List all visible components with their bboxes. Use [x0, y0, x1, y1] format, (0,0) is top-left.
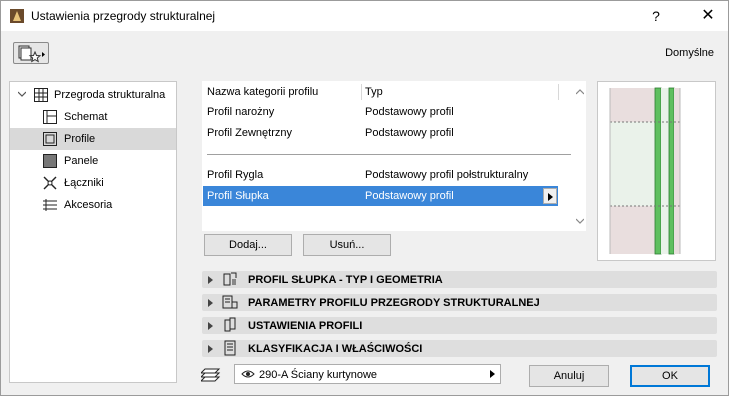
cancel-button[interactable]: Anuluj	[529, 365, 609, 387]
profile-type: Podstawowy profil	[365, 127, 454, 139]
panel-profile-type-geometry[interactable]: PROFIL SŁUPKA - TYP I GEOMETRIA	[202, 271, 717, 288]
panel-title: PARAMETRY PROFILU PRZEGRODY STRUKTURALNE…	[248, 297, 540, 309]
tree-item-akcesoria[interactable]: Akcesoria	[10, 194, 176, 216]
expand-arrow-icon	[208, 322, 213, 330]
classification-icon	[224, 340, 236, 356]
panel-icon	[43, 154, 57, 168]
panel-title: PROFIL SŁUPKA - TYP I GEOMETRIA	[248, 274, 443, 286]
tree-item-schemat[interactable]: Schemat	[10, 106, 176, 128]
profile-type-picker-button[interactable]	[543, 188, 557, 204]
tree-item-label: Schemat	[64, 111, 108, 123]
tree-item-profile[interactable]: Profile	[10, 128, 176, 150]
profile-geometry-icon	[223, 272, 237, 286]
defaults-label: Domyślne	[665, 47, 714, 59]
profile-name: Profil Rygla	[207, 169, 264, 181]
profile-table: Nazwa kategorii profilu Typ Profil naroż…	[202, 81, 586, 231]
eye-icon	[241, 370, 255, 378]
tree-item-laczniki[interactable]: Łączniki	[10, 172, 176, 194]
tree-item-label: Akcesoria	[64, 199, 113, 211]
profile-type: Podstawowy profil	[365, 106, 454, 118]
tree-item-label: Panele	[64, 155, 99, 167]
ok-button[interactable]: OK	[630, 365, 710, 387]
preview-drawing	[609, 87, 681, 255]
expand-arrow-icon	[208, 345, 213, 353]
remove-profile-button[interactable]: Usuń...	[303, 234, 391, 256]
chevron-right-icon	[490, 370, 495, 378]
tree-root-label: Przegroda strukturalna	[54, 89, 166, 101]
panel-classification[interactable]: KLASYFIKACJA I WŁAŚCIWOŚCI	[202, 340, 717, 357]
row-divider	[207, 154, 571, 155]
profile-type: Podstawowy profil	[365, 190, 454, 202]
settings-tree: Przegroda strukturalna Schemat Profile P…	[9, 81, 177, 383]
column-header-type[interactable]: Typ	[365, 82, 383, 102]
window-title: Ustawienia przegrody strukturalnej	[31, 9, 216, 23]
profile-name: Profil Słupka	[207, 190, 269, 202]
add-profile-button[interactable]: Dodaj...	[204, 234, 292, 256]
tree-item-panele[interactable]: Panele	[10, 150, 176, 172]
table-row[interactable]: Profil narożny Podstawowy profil	[203, 102, 558, 122]
title-bar: Ustawienia przegrody strukturalnej ? ✕	[1, 1, 728, 31]
scroll-down-icon[interactable]	[576, 217, 584, 225]
panel-title: USTAWIENIA PROFILI	[248, 320, 363, 332]
column-divider	[361, 84, 362, 100]
tree-item-label: Łączniki	[64, 177, 104, 189]
chevron-down-icon[interactable]	[18, 90, 26, 98]
panel-parameters[interactable]: PARAMETRY PROFILU PRZEGRODY STRUKTURALNE…	[202, 294, 717, 311]
column-divider	[558, 84, 559, 100]
tree-item-label: Profile	[64, 133, 96, 145]
grid-wall-icon	[34, 88, 48, 102]
panel-profile-settings[interactable]: USTAWIENIA PROFILI	[202, 317, 717, 334]
column-header-name[interactable]: Nazwa kategorii profilu	[207, 82, 318, 102]
layer-value: 290-A Ściany kurtynowe	[259, 369, 378, 381]
layer-select[interactable]: 290-A Ściany kurtynowe	[234, 364, 501, 384]
table-scrollbar[interactable]	[573, 82, 587, 232]
table-row-selected[interactable]: Profil Słupka Podstawowy profil	[203, 186, 558, 206]
favorites-button[interactable]	[13, 42, 49, 64]
expand-arrow-icon	[208, 276, 213, 284]
tree-item-root[interactable]: Przegroda strukturalna	[10, 84, 176, 106]
profile-icon	[43, 132, 57, 146]
expand-arrow-icon	[208, 299, 213, 307]
profile-type: Podstawowy profil połstrukturalny	[365, 169, 529, 181]
settings-dialog: Ustawienia przegrody strukturalnej ? ✕ D…	[0, 0, 729, 396]
profile-name: Profil Zewnętrzny	[207, 127, 292, 139]
accessory-icon	[43, 199, 57, 211]
panel-title: KLASYFIKACJA I WŁAŚCIWOŚCI	[248, 343, 423, 355]
favorites-icon	[18, 45, 45, 63]
scroll-up-icon[interactable]	[576, 88, 584, 96]
connector-icon	[43, 176, 57, 190]
table-row[interactable]: Profil Zewnętrzny Podstawowy profil	[203, 123, 558, 143]
profile-name: Profil narożny	[207, 106, 275, 118]
close-button[interactable]: ✕	[693, 5, 723, 27]
layers-icon	[201, 368, 221, 382]
profile-settings-icon	[224, 317, 236, 332]
scheme-icon	[43, 110, 57, 124]
curtain-wall-preview	[597, 81, 716, 261]
parameters-icon	[222, 295, 238, 309]
table-row[interactable]: Profil Rygla Podstawowy profil połstrukt…	[203, 165, 558, 185]
help-button[interactable]: ?	[641, 5, 671, 27]
archicad-app-icon	[10, 9, 24, 23]
